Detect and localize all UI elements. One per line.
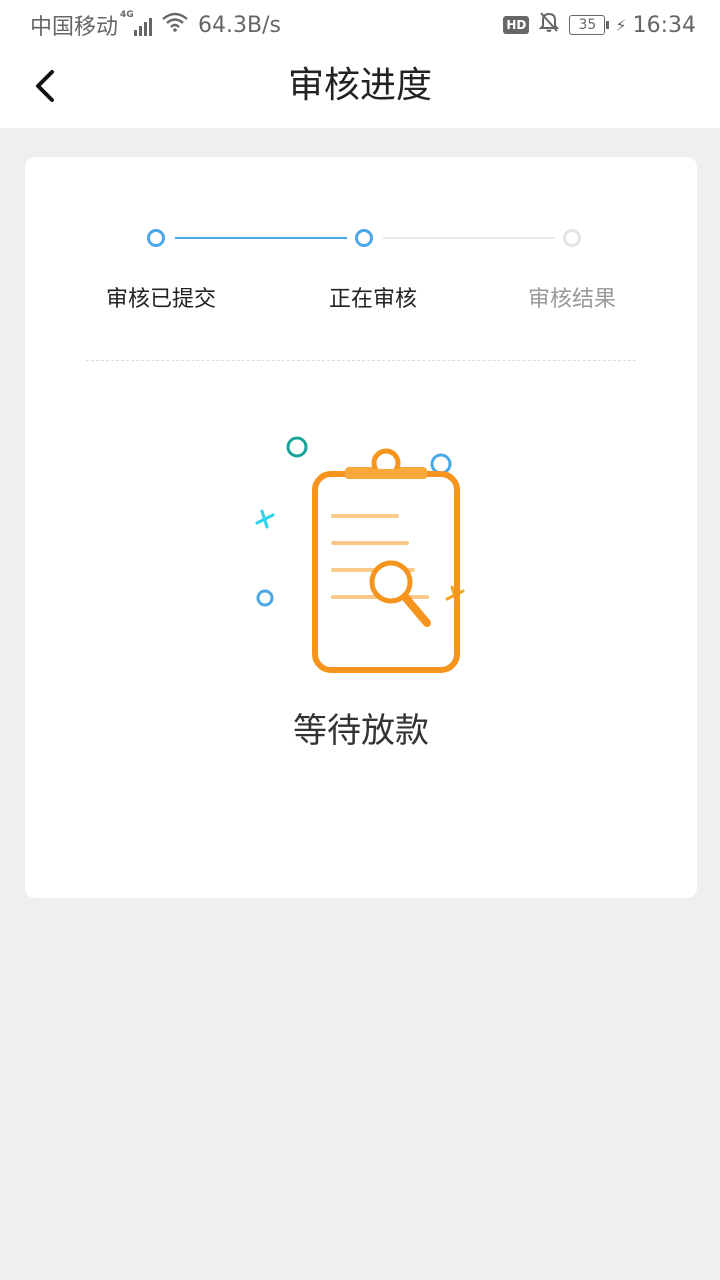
step-label-submitted: 审核已提交 bbox=[105, 287, 216, 312]
step-connector-1 bbox=[175, 237, 347, 239]
clipboard-search-icon bbox=[245, 427, 485, 687]
status-bar-left: 中国移动 4G 64.3B/s bbox=[30, 10, 281, 40]
clock: 16:34 bbox=[632, 12, 696, 38]
status-bar-right: HD 35 ⚡ 16:34 bbox=[503, 10, 696, 40]
progress-card: 审核已提交 正在审核 审核结果 等待放款 bbox=[25, 157, 697, 898]
battery-level: 35 bbox=[569, 15, 606, 35]
step-dot-reviewing bbox=[355, 229, 373, 247]
page-title: 审核进度 bbox=[287, 65, 432, 106]
status-bar: 中国移动 4G 64.3B/s HD 35 ⚡ 16:34 bbox=[0, 0, 720, 50]
signal-icon: 4G bbox=[120, 10, 153, 36]
loan-status-text: 等待放款 bbox=[293, 711, 429, 751]
battery-icon: 35 bbox=[569, 15, 610, 35]
step-dot-submitted bbox=[147, 229, 165, 247]
network-type-label: 4G bbox=[120, 10, 134, 20]
progress-steps bbox=[25, 157, 697, 277]
step-label-result: 审核结果 bbox=[527, 287, 616, 312]
carrier-label: 中国移动 bbox=[30, 15, 119, 40]
charging-icon: ⚡ bbox=[615, 15, 627, 35]
step-connector-2 bbox=[383, 237, 555, 239]
wifi-icon bbox=[162, 12, 188, 38]
network-speed: 64.3B/s bbox=[198, 12, 281, 38]
bell-muted-icon bbox=[538, 11, 560, 39]
divider bbox=[86, 360, 636, 361]
nav-bar: 审核进度 bbox=[0, 50, 720, 128]
step-label-reviewing: 正在审核 bbox=[328, 287, 417, 312]
step-dot-result bbox=[563, 229, 581, 247]
hd-badge: HD bbox=[503, 16, 530, 34]
